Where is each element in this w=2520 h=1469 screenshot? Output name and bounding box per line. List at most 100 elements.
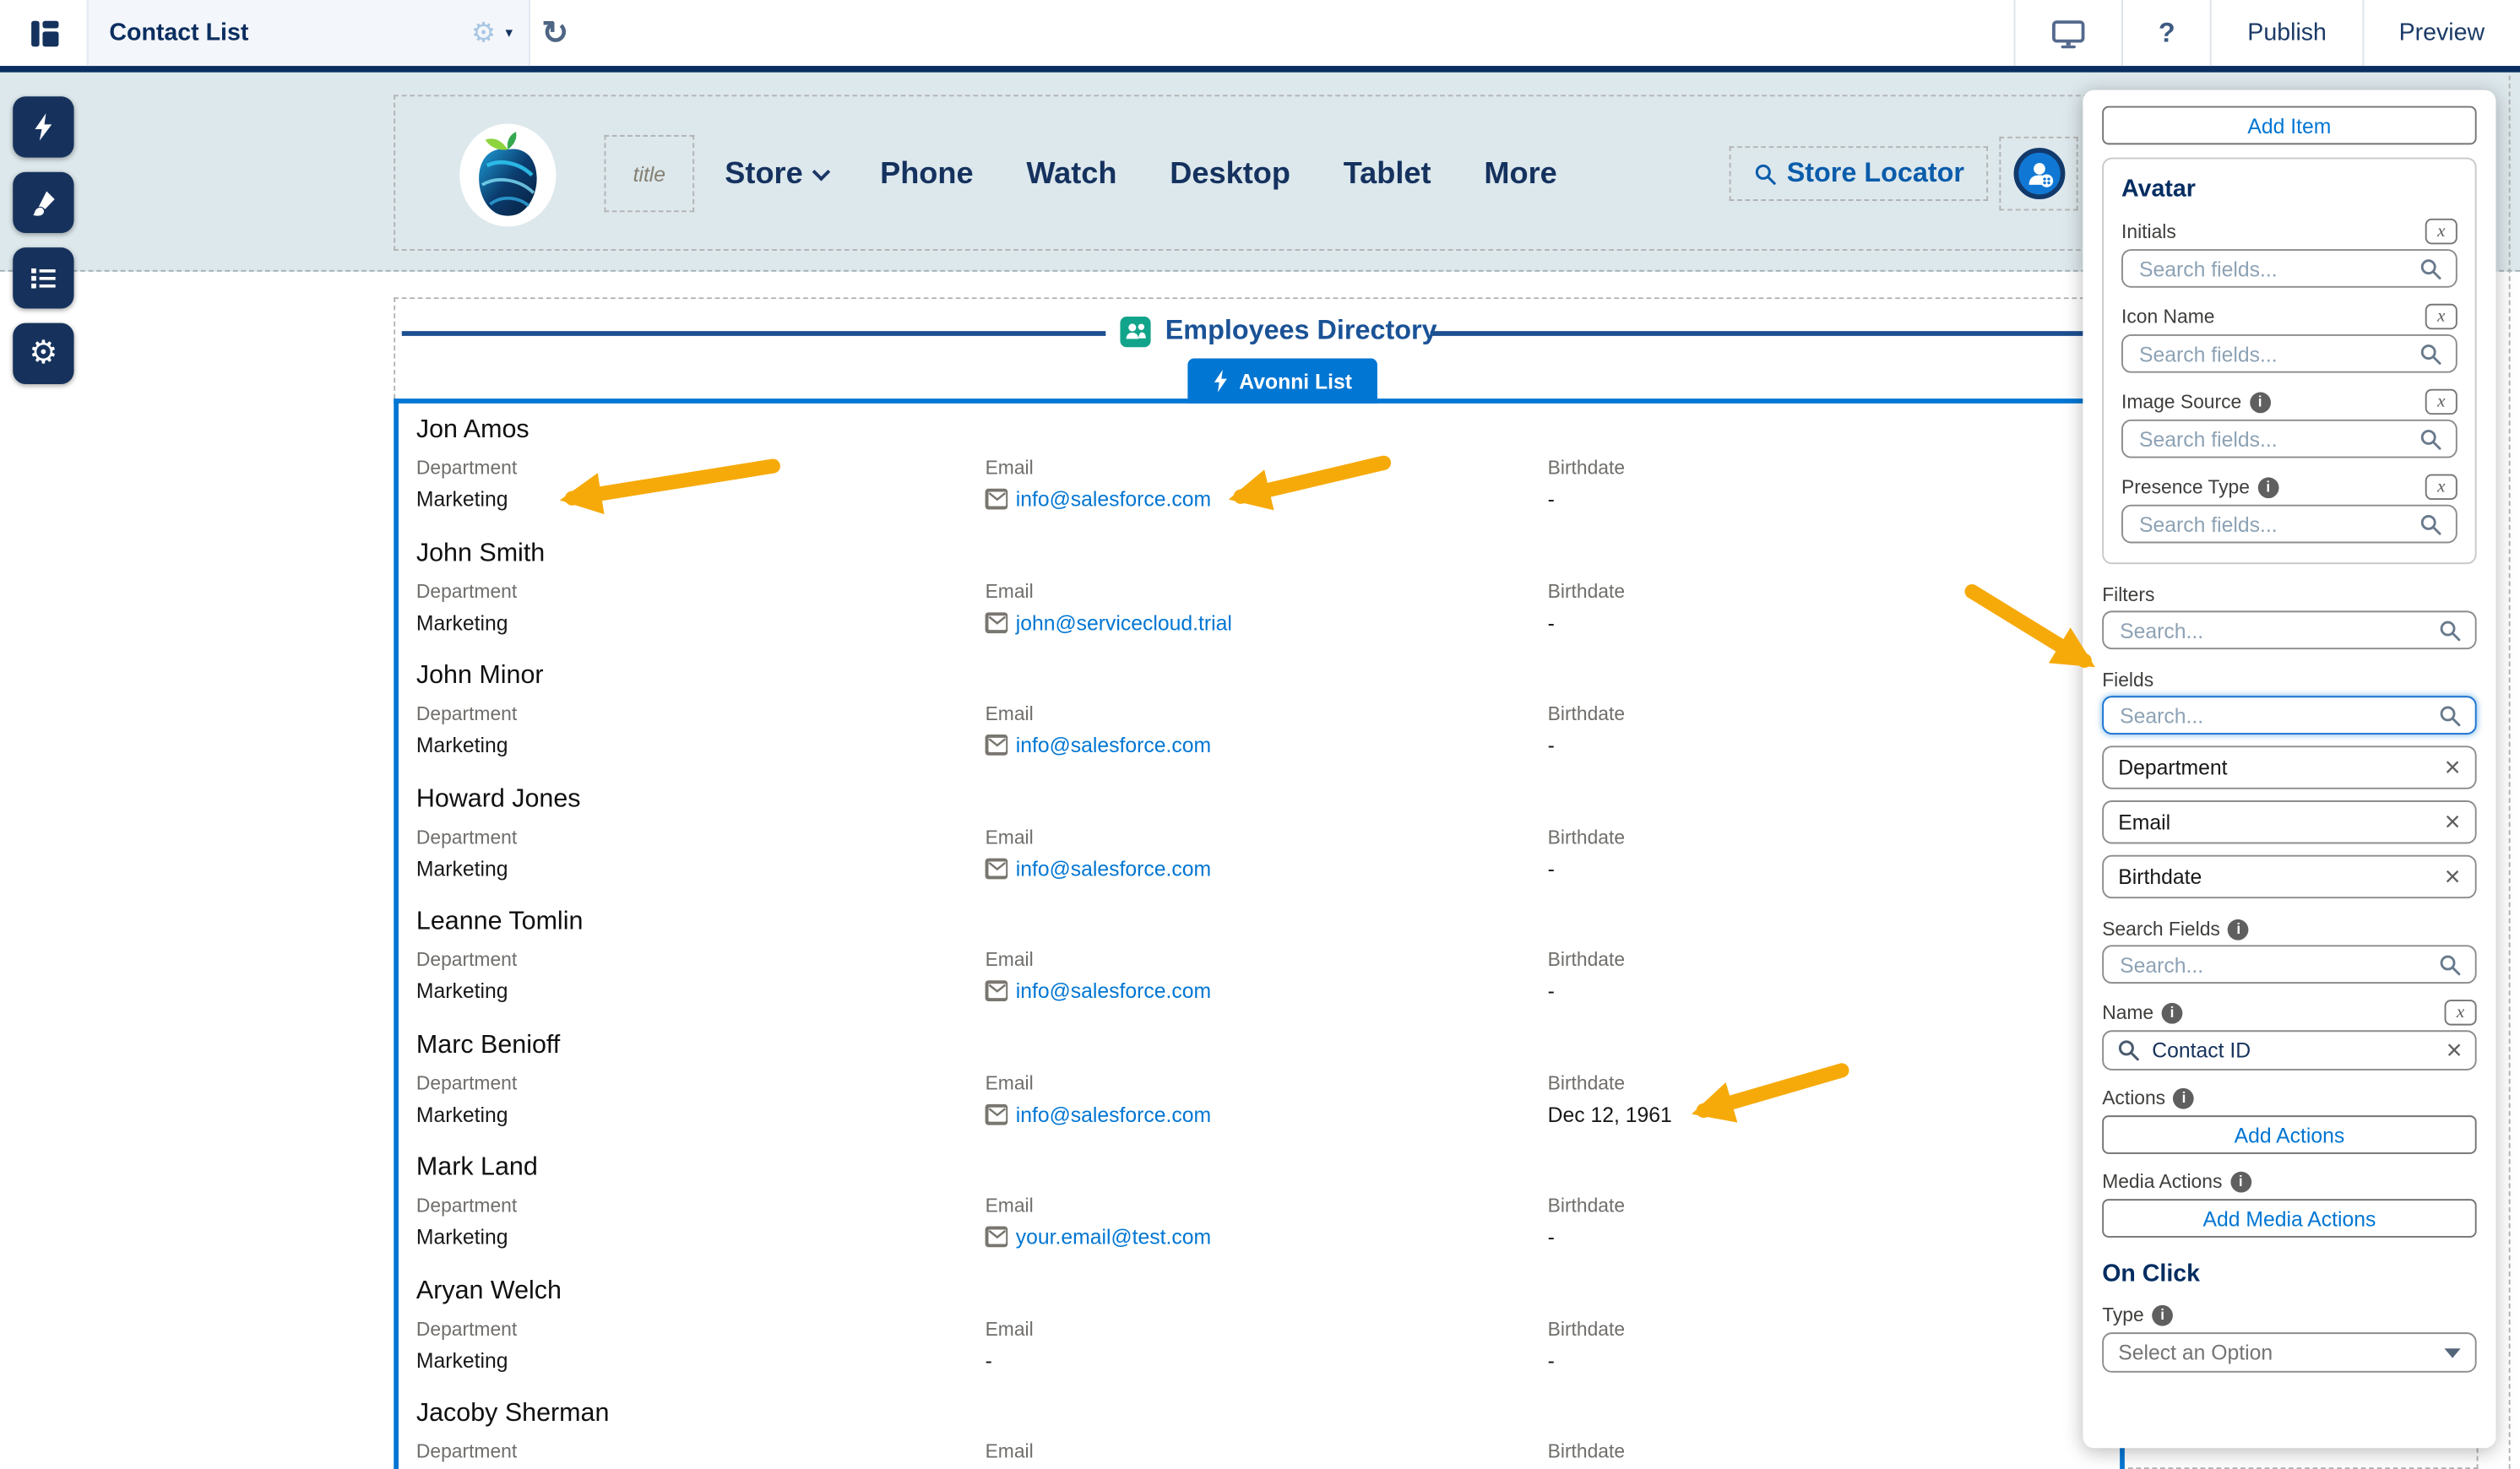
employee-name: Marc Benioff xyxy=(416,1031,2120,1060)
email-value[interactable]: - xyxy=(986,1347,992,1372)
builder-pages-icon[interactable] xyxy=(27,16,62,51)
avatar-section-title: Avatar xyxy=(2121,176,2458,203)
nav-item-desktop[interactable]: Desktop xyxy=(1170,157,1290,192)
clear-icon[interactable]: × xyxy=(2447,1037,2463,1064)
department-label: Department xyxy=(416,1194,947,1217)
nav-item-more[interactable]: More xyxy=(1484,157,1556,192)
search-fields-search[interactable] xyxy=(2102,945,2476,984)
help-button[interactable]: ? xyxy=(2121,0,2210,66)
remove-field-icon[interactable]: × xyxy=(2445,809,2461,836)
preview-button[interactable]: Preview xyxy=(2362,0,2520,66)
field-pill[interactable]: Email × xyxy=(2102,800,2476,843)
search-fields-input[interactable] xyxy=(2116,951,2438,978)
field-search-input[interactable] xyxy=(2136,340,2419,367)
email-icon xyxy=(986,1103,1008,1125)
field-search-input[interactable] xyxy=(2136,426,2419,453)
nav-item-watch[interactable]: Watch xyxy=(1026,157,1116,192)
device-preview-button[interactable] xyxy=(2014,0,2122,66)
department-value: Marketing xyxy=(416,978,947,1003)
birthdate-value: - xyxy=(1548,856,2030,881)
email-value[interactable]: info@salesforce.com xyxy=(1016,733,1211,757)
nav-item-store[interactable]: Store xyxy=(725,157,827,192)
employee-list-item[interactable]: Jon Amos Department Marketing Email info… xyxy=(399,404,2120,527)
remove-field-icon[interactable]: × xyxy=(2445,863,2461,890)
nav-item-tablet[interactable]: Tablet xyxy=(1344,157,1431,192)
birthdate-label: Birthdate xyxy=(1548,1440,2030,1463)
expression-icon[interactable]: x xyxy=(2425,219,2458,244)
top-bar: Contact List ⚙ ▾ ↻ ? Publish Preview xyxy=(0,0,2520,73)
info-icon[interactable]: i xyxy=(2250,392,2271,413)
remove-field-icon[interactable]: × xyxy=(2445,754,2461,781)
structure-button[interactable] xyxy=(13,247,73,308)
filters-search-input[interactable] xyxy=(2116,616,2438,643)
info-icon[interactable]: i xyxy=(2230,1171,2251,1192)
email-value[interactable]: info@salesforce.com xyxy=(1016,487,1211,512)
info-icon[interactable]: i xyxy=(2174,1087,2195,1109)
email-value[interactable]: john@servicecloud.trial xyxy=(1016,610,1232,634)
field-search[interactable] xyxy=(2121,505,2458,544)
employee-list-item[interactable]: Jacoby Sherman Department Email xyxy=(399,1387,2120,1469)
avatar-field: Presence Type i x xyxy=(2121,474,2458,544)
field-pill[interactable]: Birthdate × xyxy=(2102,855,2476,898)
employee-list-item[interactable]: Leanne Tomlin Department Marketing Email… xyxy=(399,895,2120,1018)
department-label: Department xyxy=(416,702,947,725)
page-tab[interactable]: Contact List ⚙ ▾ xyxy=(87,0,530,66)
email-value[interactable]: your.email@test.com xyxy=(1016,1225,1211,1249)
email-label: Email xyxy=(986,948,1516,971)
employee-list-item[interactable]: Aryan Welch Department Marketing Email - xyxy=(399,1264,2120,1387)
email-value[interactable]: info@salesforce.com xyxy=(1016,978,1211,1003)
directory-title: Employees Directory xyxy=(1165,315,1437,347)
info-icon[interactable]: i xyxy=(2257,476,2278,497)
store-locator-button[interactable]: Store Locator xyxy=(1730,146,1988,201)
page-settings-caret-icon[interactable]: ▾ xyxy=(505,24,513,42)
settings-button[interactable]: ⚙ xyxy=(13,323,73,384)
expression-icon[interactable]: x xyxy=(2425,304,2458,329)
employee-list-item[interactable]: John Smith Department Marketing Email jo… xyxy=(399,526,2120,649)
components-button[interactable] xyxy=(13,96,73,157)
component-badge[interactable]: Avonni List xyxy=(1187,359,1377,404)
field-search[interactable] xyxy=(2121,334,2458,373)
page-settings-gear-icon[interactable]: ⚙ xyxy=(471,19,496,46)
email-label: Email xyxy=(986,457,1516,480)
employee-list-item[interactable]: Marc Benioff Department Marketing Email … xyxy=(399,1018,2120,1141)
type-select[interactable]: Select an Option xyxy=(2102,1332,2476,1373)
employee-list-item[interactable]: Howard Jones Department Marketing Email … xyxy=(399,772,2120,896)
employee-name: Jon Amos xyxy=(416,416,2120,445)
header-title-placeholder[interactable]: title xyxy=(605,135,695,212)
info-icon[interactable]: i xyxy=(2152,1304,2173,1325)
fields-search-input[interactable] xyxy=(2116,702,2438,729)
refresh-icon[interactable]: ↻ xyxy=(541,13,568,53)
user-avatar-icon xyxy=(2013,148,2065,199)
email-value[interactable]: info@salesforce.com xyxy=(1016,1102,1211,1126)
expression-icon[interactable]: x xyxy=(2445,1000,2477,1025)
expression-icon[interactable]: x xyxy=(2425,389,2458,415)
add-item-button[interactable]: Add Item xyxy=(2102,106,2476,145)
employee-name: Howard Jones xyxy=(416,785,2120,814)
info-icon[interactable]: i xyxy=(2162,1002,2183,1023)
fields-search[interactable] xyxy=(2102,696,2476,734)
header-avatar-slot[interactable] xyxy=(1999,137,2077,211)
search-icon xyxy=(2116,1038,2141,1063)
birthdate-label: Birthdate xyxy=(1548,702,2030,725)
employee-list-item[interactable]: John Minor Department Marketing Email in… xyxy=(399,649,2120,772)
field-search-input[interactable] xyxy=(2136,255,2419,282)
avonni-list-component[interactable]: Avonni List Jon Amos Department Marketin… xyxy=(394,398,2125,1469)
field-search[interactable] xyxy=(2121,249,2458,288)
theme-button[interactable] xyxy=(13,172,73,233)
field-search[interactable] xyxy=(2121,420,2458,458)
filters-search[interactable] xyxy=(2102,610,2476,649)
birthdate-value: - xyxy=(1548,1225,2030,1249)
add-actions-button[interactable]: Add Actions xyxy=(2102,1115,2476,1154)
publish-button[interactable]: Publish xyxy=(2211,0,2362,66)
email-value[interactable]: info@salesforce.com xyxy=(1016,856,1211,881)
field-search-input[interactable] xyxy=(2136,510,2419,537)
nav-item-phone[interactable]: Phone xyxy=(880,157,973,192)
name-combobox[interactable]: Contact ID × xyxy=(2102,1030,2476,1071)
gear-icon: ⚙ xyxy=(29,338,57,370)
field-pill[interactable]: Department × xyxy=(2102,745,2476,789)
expression-icon[interactable]: x xyxy=(2425,474,2458,500)
info-icon[interactable]: i xyxy=(2228,919,2249,940)
employee-list-item[interactable]: Mark Land Department Marketing Email you… xyxy=(399,1141,2120,1265)
employee-list: Jon Amos Department Marketing Email info… xyxy=(399,404,2120,1469)
add-media-actions-button[interactable]: Add Media Actions xyxy=(2102,1199,2476,1238)
